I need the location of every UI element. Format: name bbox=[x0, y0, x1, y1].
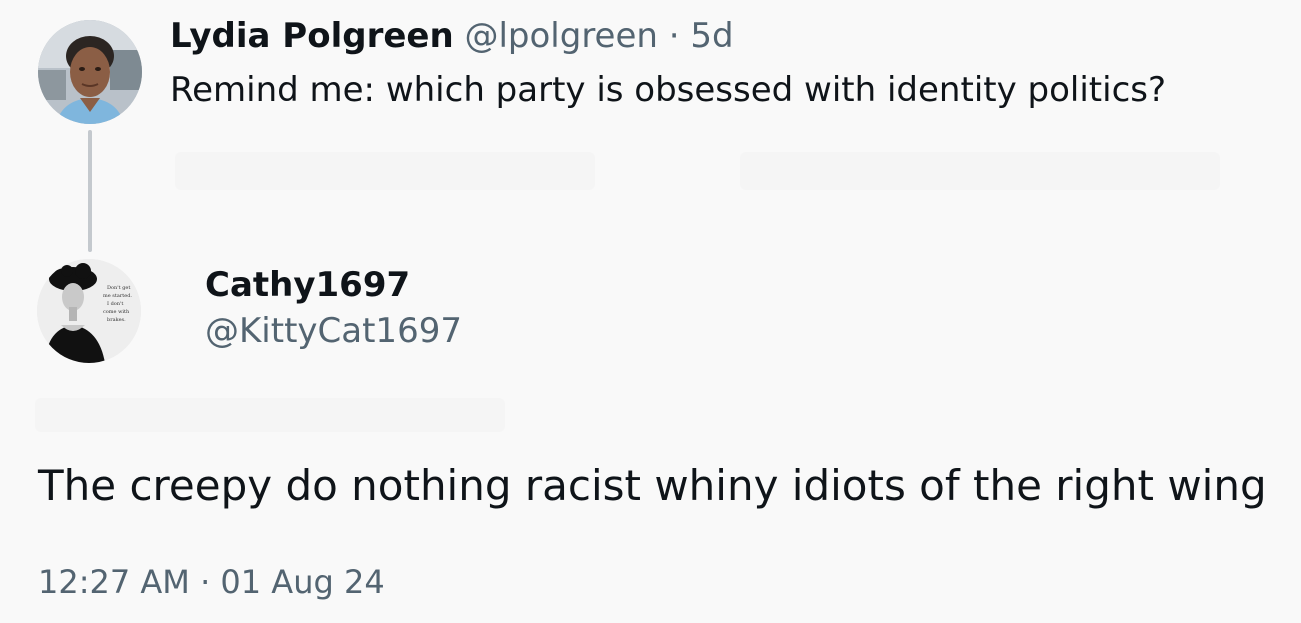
thread-connector-line bbox=[88, 130, 92, 252]
reply-author-handle[interactable]: @KittyCat1697 bbox=[205, 309, 462, 353]
tweet-thread: Lydia Polgreen @lpolgreen · 5d Remind me… bbox=[0, 0, 1301, 623]
faded-artifact bbox=[35, 398, 505, 432]
svg-text:Don't get: Don't get bbox=[107, 285, 130, 291]
faded-artifact bbox=[740, 152, 1220, 190]
reply-timestamp[interactable]: 12:27 AM · 01 Aug 24 bbox=[38, 560, 385, 604]
original-author-name[interactable]: Lydia Polgreen bbox=[170, 16, 454, 56]
original-author-handle[interactable]: @lpolgreen bbox=[464, 16, 657, 56]
svg-text:I don't: I don't bbox=[107, 301, 123, 307]
lydia-avatar-icon[interactable] bbox=[38, 20, 142, 124]
timestamp-separator: · bbox=[200, 563, 211, 601]
faded-artifact bbox=[175, 152, 595, 190]
header-separator: · bbox=[668, 16, 680, 56]
reply-author-name[interactable]: Cathy1697 bbox=[205, 263, 410, 307]
reply-tweet-text: The creepy do nothing racist whiny idiot… bbox=[38, 461, 1267, 510]
original-tweet-time[interactable]: 5d bbox=[690, 16, 733, 56]
vintage-woman-hat-icon: Don't get me started. I don't come with … bbox=[37, 259, 141, 363]
cathy-avatar-icon[interactable]: Don't get me started. I don't come with … bbox=[37, 259, 141, 363]
svg-text:me started.: me started. bbox=[103, 293, 132, 299]
person-photo-icon bbox=[38, 20, 142, 124]
reply-date: 01 Aug 24 bbox=[220, 563, 385, 601]
svg-text:brakes.: brakes. bbox=[107, 317, 126, 323]
original-tweet-text: Remind me: which party is obsessed with … bbox=[170, 70, 1167, 110]
svg-text:come with: come with bbox=[103, 309, 130, 315]
original-tweet-header: Lydia Polgreen @lpolgreen · 5d bbox=[170, 14, 734, 58]
reply-time: 12:27 AM bbox=[38, 563, 190, 601]
